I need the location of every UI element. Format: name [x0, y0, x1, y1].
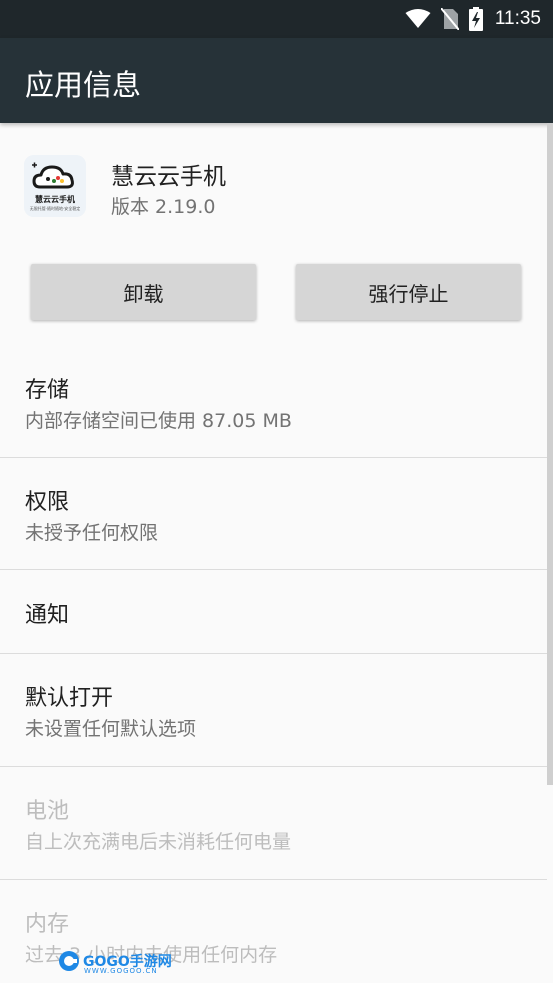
status-time: 11:35: [494, 8, 541, 29]
page-title: 应用信息: [25, 68, 142, 102]
list-item-storage[interactable]: 存储 内部存储空间已使用 87.05 MB: [0, 346, 547, 456]
app-icon: 慧云云手机 无限托管·随时随地·安全稳定: [24, 155, 86, 217]
list-item-notifications[interactable]: 通知: [0, 570, 547, 653]
status-bar: 11:35: [0, 0, 553, 38]
item-subtitle: 未设置任何默认选项: [25, 718, 197, 740]
scrollbar-thumb[interactable]: [547, 123, 553, 785]
item-title: 存储: [25, 378, 70, 403]
app-name: 慧云云手机: [111, 164, 226, 190]
battery-charging-icon: [468, 7, 483, 31]
item-title: 内存: [25, 912, 70, 937]
wifi-icon: [405, 9, 431, 28]
item-subtitle: 未授予任何权限: [25, 522, 159, 544]
list-item-permissions[interactable]: 权限 未授予任何权限: [0, 458, 547, 569]
item-title: 通知: [25, 603, 70, 628]
uninstall-button[interactable]: 卸载: [31, 264, 256, 320]
svg-text:无限托管·随时随地·安全稳定: 无限托管·随时随地·安全稳定: [30, 205, 81, 211]
force-stop-button[interactable]: 强行停止: [296, 264, 521, 320]
app-bar: 应用信息: [0, 38, 553, 123]
item-subtitle: 内部存储空间已使用 87.05 MB: [25, 410, 292, 432]
item-title: 电池: [25, 799, 70, 824]
list-item-battery: 电池 自上次充满电后未消耗任何电量: [0, 767, 547, 878]
item-subtitle: 自上次充满电后未消耗任何电量: [25, 831, 292, 853]
item-title: 权限: [25, 490, 70, 515]
watermark-logo: GOGO手游网 WWW.GOGOO.CN: [58, 949, 172, 975]
app-version: 版本 2.19.0: [111, 196, 216, 218]
svg-text:慧云云手机: 慧云云手机: [35, 194, 75, 204]
watermark-url: WWW.GOGOO.CN: [84, 967, 158, 975]
item-title: 默认打开: [25, 686, 114, 711]
gogo-logo-icon: [59, 951, 79, 971]
no-sim-icon: [440, 8, 459, 30]
cloud-gamepad-icon: 慧云云手机 无限托管·随时随地·安全稳定: [24, 155, 86, 217]
status-icons: 11:35: [405, 5, 541, 33]
list-item-open-by-default[interactable]: 默认打开 未设置任何默认选项: [0, 654, 547, 765]
